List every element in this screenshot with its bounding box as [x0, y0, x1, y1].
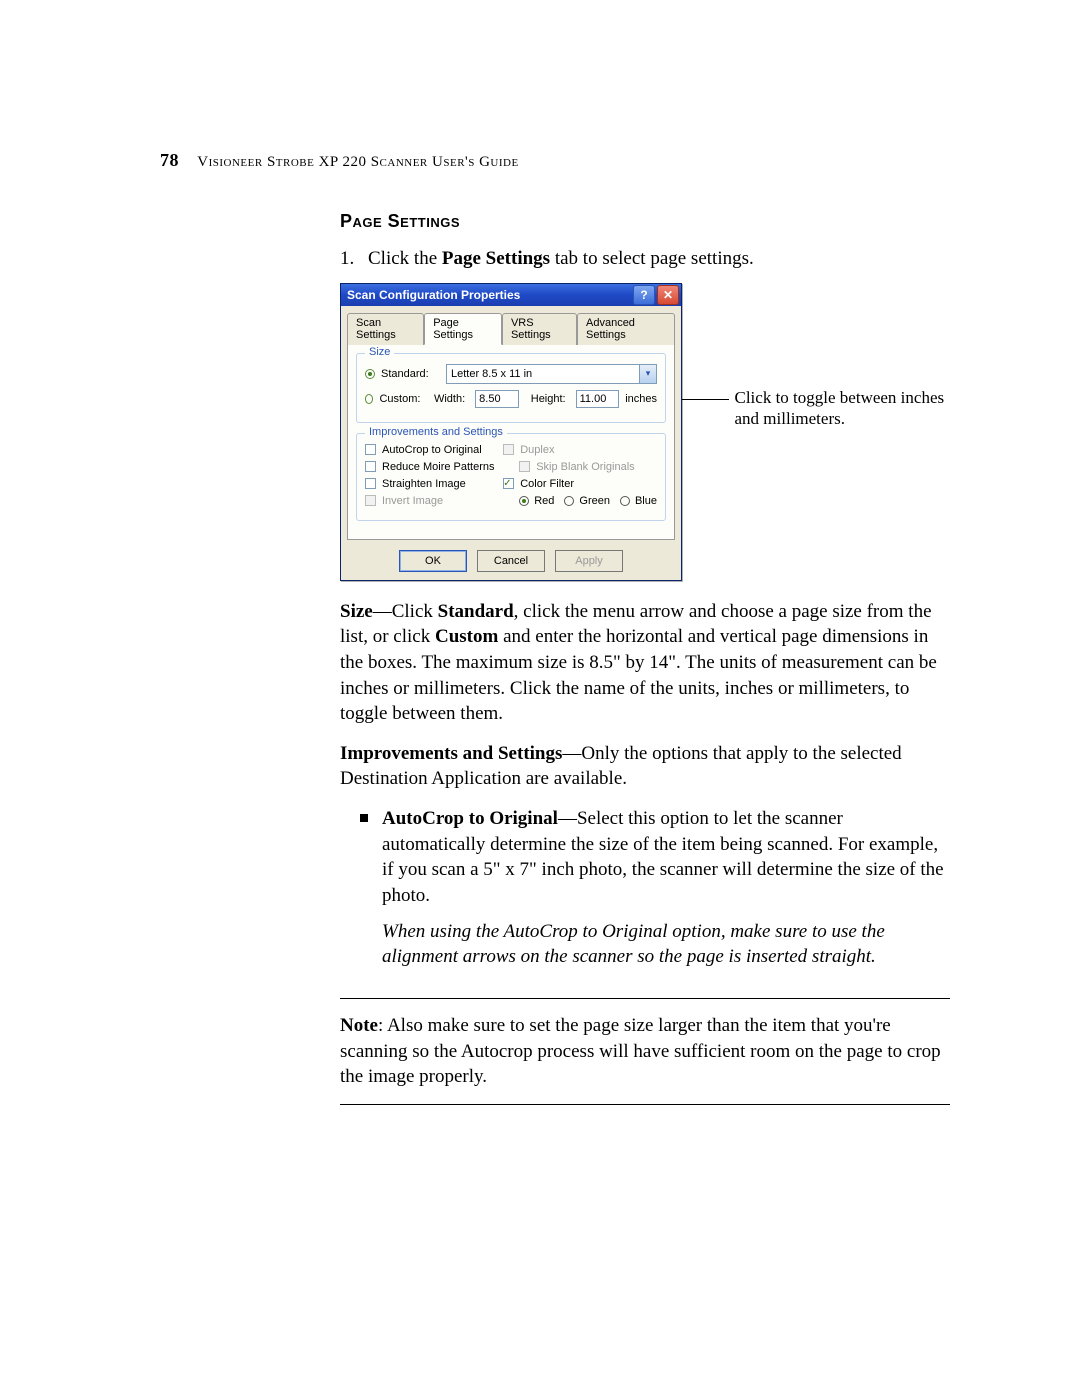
running-header: 78 Visioneer Strobe XP 220 Scanner User'…	[160, 150, 950, 171]
lbl-skip-blank: Skip Blank Originals	[536, 461, 634, 473]
para-improvements-lead: Improvements and Settings	[340, 743, 562, 764]
help-icon[interactable]: ?	[633, 285, 655, 305]
radio-green[interactable]	[564, 496, 574, 506]
dialog-title: Scan Configuration Properties	[347, 288, 631, 302]
chevron-down-icon[interactable]: ▾	[639, 365, 656, 383]
improvements-legend: Improvements and Settings	[365, 426, 507, 438]
section-title: Page Settings	[340, 211, 950, 232]
standard-size-value: Letter 8.5 x 11 in	[451, 368, 532, 380]
chk-straighten[interactable]	[365, 478, 376, 489]
lbl-red: Red	[534, 495, 554, 507]
radio-custom[interactable]	[365, 394, 373, 404]
titlebar: Scan Configuration Properties ? ✕	[341, 284, 681, 306]
running-title: Visioneer Strobe XP 220 Scanner User's G…	[197, 154, 518, 170]
chk-autocrop[interactable]	[365, 444, 376, 455]
height-input[interactable]: 11.00	[576, 390, 620, 408]
callout-leader-line	[682, 399, 729, 400]
step1-text-post: tab to select page settings.	[555, 248, 754, 269]
bullet-lead: AutoCrop to Original	[382, 808, 558, 829]
lbl-moire: Reduce Moire Patterns	[382, 461, 495, 473]
chk-skip-blank	[519, 461, 530, 472]
lbl-duplex: Duplex	[520, 444, 554, 456]
tab-vrs-settings[interactable]: VRS Settings	[502, 313, 577, 345]
step-1: 1. Click the Page Settings tab to select…	[340, 246, 950, 273]
tab-scan-settings[interactable]: Scan Settings	[347, 313, 424, 345]
chk-duplex	[503, 444, 514, 455]
radio-red[interactable]	[519, 496, 529, 506]
lbl-autocrop: AutoCrop to Original	[382, 444, 482, 456]
tab-advanced-settings[interactable]: Advanced Settings	[577, 313, 675, 345]
radio-blue[interactable]	[620, 496, 630, 506]
lbl-straighten: Straighten Image	[382, 478, 466, 490]
bullet-note-italic: When using the AutoCrop to Original opti…	[382, 919, 950, 970]
chk-color-filter[interactable]	[503, 478, 514, 489]
step1-text-bold: Page Settings	[442, 248, 550, 269]
radio-standard[interactable]	[365, 369, 375, 379]
lbl-green: Green	[579, 495, 610, 507]
size-group: Size Standard: Letter 8.5 x 11 in ▾ Cust…	[356, 353, 666, 423]
callout-text: Click to toggle between inches and milli…	[735, 387, 951, 430]
step-number: 1.	[340, 246, 368, 273]
improvements-group: Improvements and Settings AutoCrop to Or…	[356, 433, 666, 521]
square-bullet-icon	[360, 814, 368, 822]
lbl-color-filter: Color Filter	[520, 478, 574, 490]
para-size: Size—Click Standard, click the menu arro…	[340, 599, 950, 727]
note-lead: Note	[340, 1015, 378, 1036]
bullet-autocrop: AutoCrop to Original—Select this option …	[360, 806, 950, 984]
para-improvements: Improvements and Settings—Only the optio…	[340, 741, 950, 792]
tabs: Scan Settings Page Settings VRS Settings…	[341, 306, 681, 344]
cancel-button[interactable]: Cancel	[477, 550, 545, 572]
units-toggle[interactable]: inches	[625, 393, 657, 405]
lbl-blue: Blue	[635, 495, 657, 507]
width-input[interactable]: 8.50	[475, 390, 519, 408]
tab-page-settings[interactable]: Page Settings	[424, 313, 502, 345]
close-icon[interactable]: ✕	[657, 285, 679, 305]
apply-button: Apply	[555, 550, 623, 572]
chk-invert	[365, 495, 376, 506]
custom-label: Custom:	[379, 393, 424, 405]
chk-moire[interactable]	[365, 461, 376, 472]
scan-config-dialog: Scan Configuration Properties ? ✕ Scan S…	[340, 283, 682, 581]
para-size-lead: Size	[340, 601, 373, 622]
note-paragraph: Note: Also make sure to set the page siz…	[340, 1013, 950, 1090]
standard-size-select[interactable]: Letter 8.5 x 11 in ▾	[446, 364, 657, 384]
divider-bottom	[340, 1104, 950, 1105]
ok-button[interactable]: OK	[399, 550, 467, 572]
step1-text-pre: Click the	[368, 248, 442, 269]
divider-top	[340, 998, 950, 999]
size-legend: Size	[365, 346, 394, 358]
standard-label: Standard:	[381, 368, 436, 380]
width-label: Width:	[434, 393, 465, 405]
page-number: 78	[160, 150, 179, 170]
height-label: Height:	[531, 393, 566, 405]
lbl-invert: Invert Image	[382, 495, 443, 507]
